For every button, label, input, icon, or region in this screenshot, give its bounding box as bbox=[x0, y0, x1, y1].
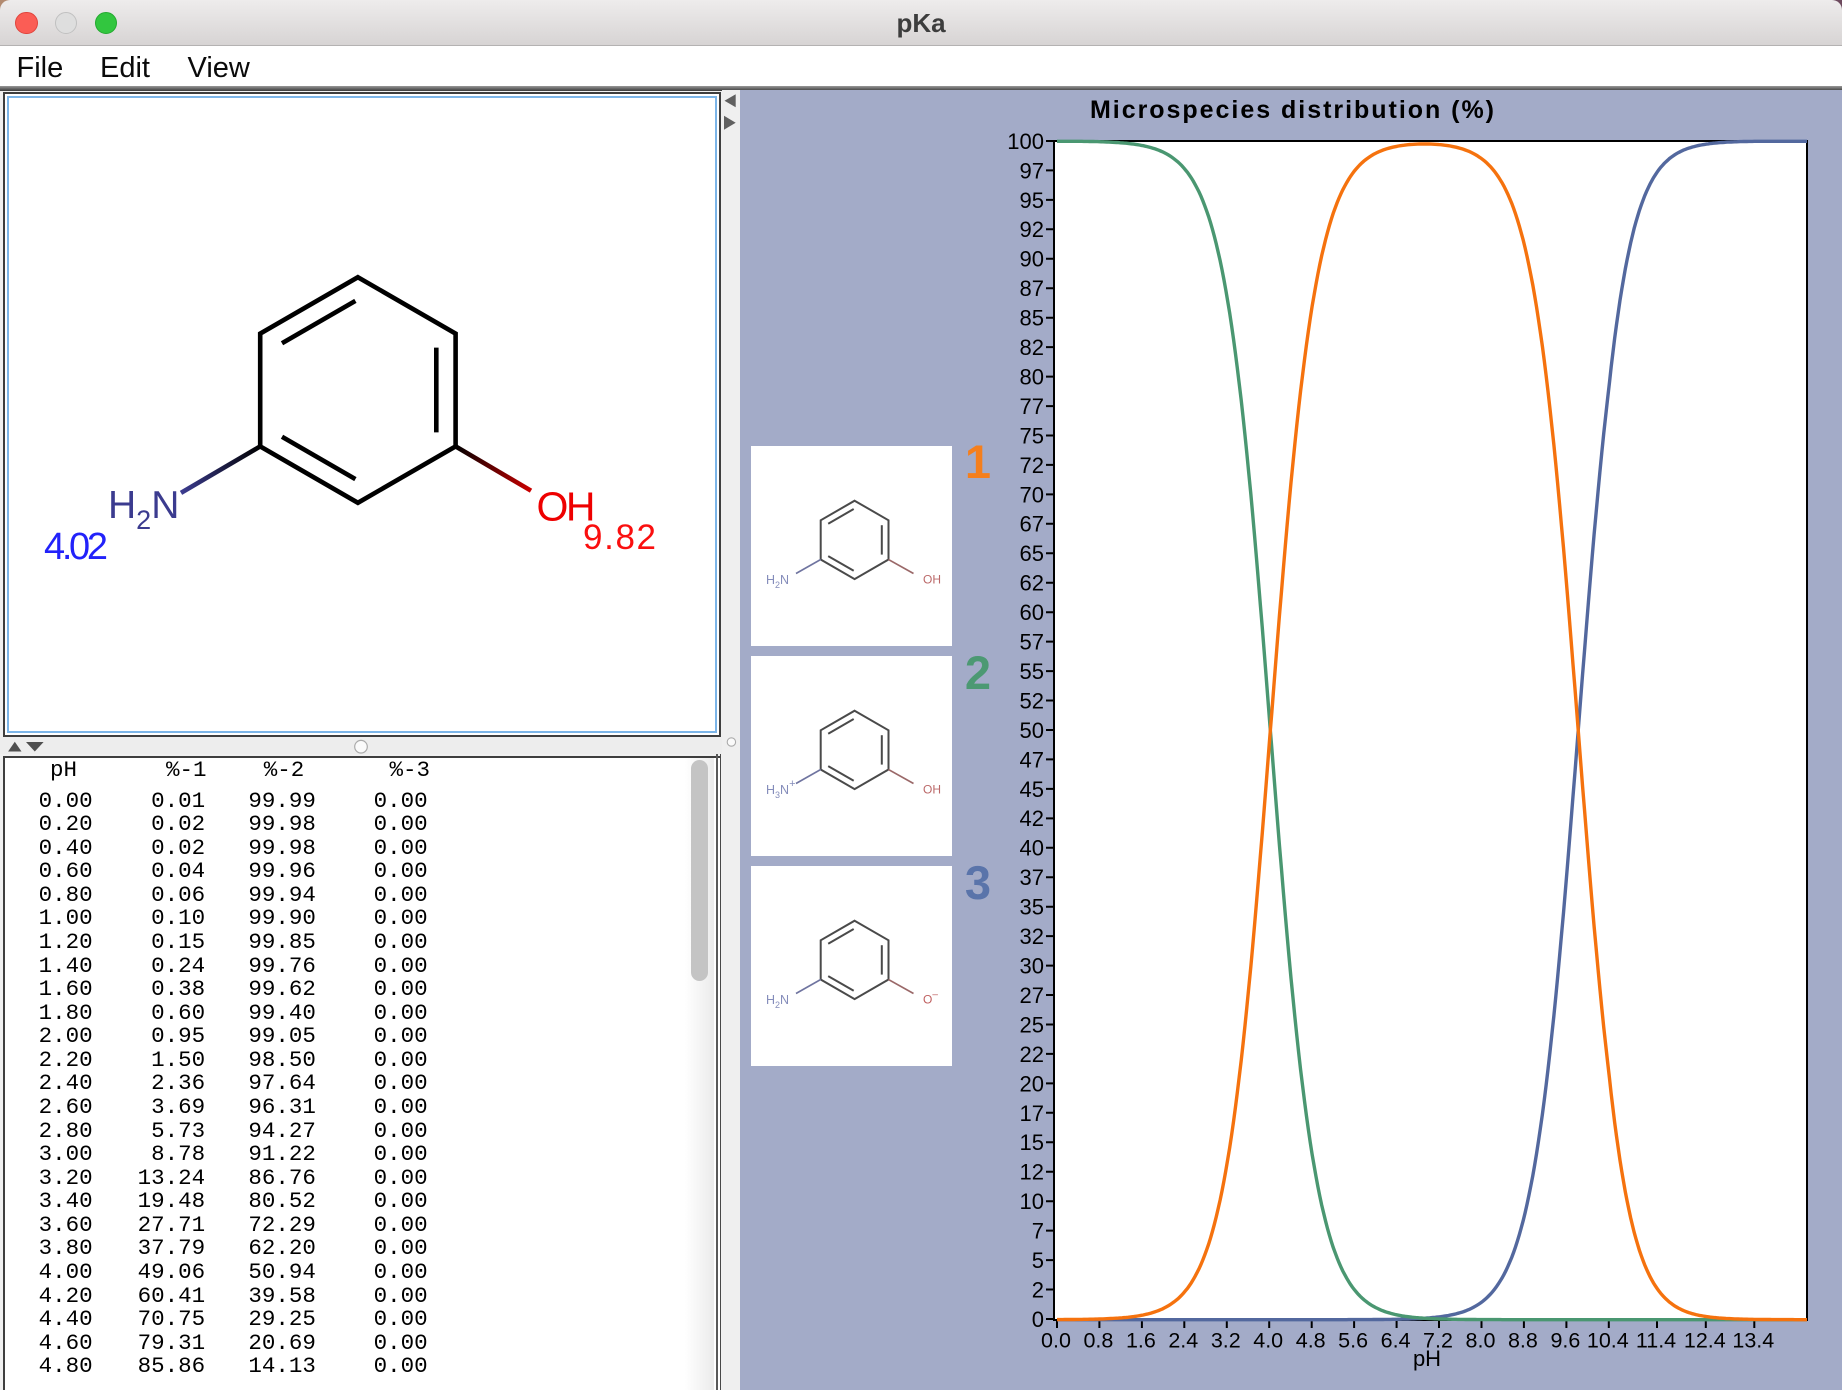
svg-text:2: 2 bbox=[1032, 1278, 1044, 1303]
svg-text:92: 92 bbox=[1020, 217, 1044, 242]
svg-text:15: 15 bbox=[1020, 1130, 1044, 1155]
svg-text:22: 22 bbox=[1020, 1042, 1044, 1067]
svg-text:75: 75 bbox=[1020, 423, 1044, 448]
svg-text:H2N: H2N bbox=[766, 993, 789, 1010]
svg-text:67: 67 bbox=[1020, 512, 1044, 537]
svg-text:62: 62 bbox=[1020, 571, 1044, 596]
svg-text:55: 55 bbox=[1020, 659, 1044, 684]
svg-text:70: 70 bbox=[1020, 482, 1044, 507]
svg-text:100: 100 bbox=[1007, 129, 1044, 154]
svg-text:60: 60 bbox=[1020, 600, 1044, 625]
svg-text:12.4: 12.4 bbox=[1684, 1329, 1726, 1353]
svg-text:50: 50 bbox=[1020, 718, 1044, 743]
svg-text:9.6: 9.6 bbox=[1550, 1329, 1580, 1353]
svg-text:O–: O– bbox=[923, 990, 938, 1007]
svg-text:80: 80 bbox=[1020, 365, 1044, 390]
svg-text:11.4: 11.4 bbox=[1636, 1329, 1676, 1353]
svg-text:72: 72 bbox=[1020, 453, 1044, 478]
svg-text:32: 32 bbox=[1020, 924, 1044, 949]
svg-text:90: 90 bbox=[1020, 247, 1044, 272]
svg-text:35: 35 bbox=[1020, 895, 1044, 920]
svg-text:H2N: H2N bbox=[766, 573, 789, 590]
svg-text:85: 85 bbox=[1020, 306, 1044, 331]
svg-text:27: 27 bbox=[1020, 983, 1044, 1008]
svg-text:52: 52 bbox=[1020, 688, 1044, 713]
svg-text:77: 77 bbox=[1020, 394, 1044, 419]
svg-text:95: 95 bbox=[1020, 188, 1044, 213]
svg-text:42: 42 bbox=[1020, 806, 1044, 831]
svg-text:37: 37 bbox=[1020, 865, 1044, 890]
svg-text:10.4: 10.4 bbox=[1587, 1329, 1629, 1353]
svg-text:4.02: 4.02 bbox=[44, 526, 108, 568]
svg-text:65: 65 bbox=[1020, 541, 1044, 566]
svg-text:8.0: 8.0 bbox=[1466, 1329, 1496, 1353]
svg-text:57: 57 bbox=[1020, 630, 1044, 655]
svg-text:30: 30 bbox=[1020, 954, 1044, 979]
svg-text:9.82: 9.82 bbox=[583, 518, 656, 557]
svg-text:17: 17 bbox=[1020, 1101, 1044, 1126]
svg-text:3.2: 3.2 bbox=[1211, 1329, 1241, 1353]
svg-text:4.0: 4.0 bbox=[1253, 1329, 1283, 1353]
svg-text:0.0: 0.0 bbox=[1041, 1329, 1071, 1353]
svg-text:2.4: 2.4 bbox=[1168, 1329, 1198, 1353]
svg-text:7: 7 bbox=[1032, 1219, 1044, 1244]
svg-text:10: 10 bbox=[1020, 1189, 1044, 1214]
svg-text:82: 82 bbox=[1020, 335, 1044, 360]
svg-text:H2N: H2N bbox=[108, 484, 179, 535]
svg-text:40: 40 bbox=[1020, 836, 1044, 861]
svg-text:OH: OH bbox=[923, 783, 941, 797]
svg-text:25: 25 bbox=[1020, 1012, 1044, 1037]
svg-text:45: 45 bbox=[1020, 777, 1044, 802]
svg-text:6.4: 6.4 bbox=[1381, 1329, 1411, 1353]
svg-text:5.6: 5.6 bbox=[1338, 1329, 1368, 1353]
svg-text:20: 20 bbox=[1020, 1071, 1044, 1096]
svg-text:8.8: 8.8 bbox=[1508, 1329, 1538, 1353]
svg-text:87: 87 bbox=[1020, 276, 1044, 301]
svg-text:0.8: 0.8 bbox=[1083, 1329, 1113, 1353]
svg-text:13.4: 13.4 bbox=[1732, 1329, 1774, 1353]
svg-text:pH: pH bbox=[1413, 1346, 1441, 1371]
svg-text:97: 97 bbox=[1020, 158, 1044, 183]
svg-text:12: 12 bbox=[1020, 1160, 1044, 1185]
svg-text:47: 47 bbox=[1020, 747, 1044, 772]
svg-text:Microspecies distribution (%): Microspecies distribution (%) bbox=[1090, 96, 1494, 124]
svg-text:H3N+: H3N+ bbox=[766, 778, 796, 800]
svg-text:4.8: 4.8 bbox=[1296, 1329, 1326, 1353]
svg-text:5: 5 bbox=[1032, 1248, 1044, 1273]
svg-text:OH: OH bbox=[923, 573, 941, 587]
svg-text:1.6: 1.6 bbox=[1126, 1329, 1156, 1353]
